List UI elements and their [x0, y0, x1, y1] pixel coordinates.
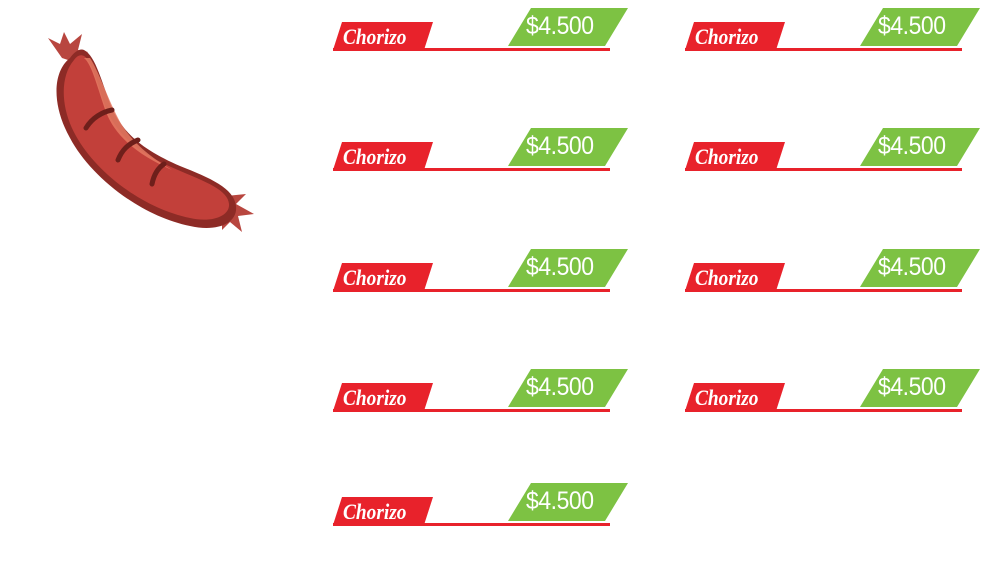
item-name: Chorizo: [343, 24, 407, 49]
item-name: Chorizo: [343, 144, 407, 169]
item-name: Chorizo: [343, 265, 407, 290]
item-price: $4.500: [526, 487, 594, 515]
item-name: Chorizo: [695, 144, 759, 169]
item-price: $4.500: [878, 373, 946, 401]
item-name: Chorizo: [695, 265, 759, 290]
sausage-body: [63, 55, 230, 220]
item-name: Chorizo: [695, 24, 759, 49]
item-price: $4.500: [878, 253, 946, 281]
menu-item: Chorizo $4.500: [333, 369, 633, 415]
item-name: Chorizo: [343, 499, 407, 524]
menu-item: Chorizo $4.500: [685, 128, 983, 174]
menu-item: Chorizo $4.500: [333, 128, 633, 174]
menu-item: Chorizo $4.500: [333, 483, 633, 529]
item-name: Chorizo: [695, 385, 759, 410]
item-price: $4.500: [526, 132, 594, 160]
sausage-icon: [48, 32, 254, 232]
menu-item: Chorizo $4.500: [685, 8, 983, 54]
item-price: $4.500: [526, 253, 594, 281]
menu-item: Chorizo $4.500: [333, 8, 633, 54]
item-name: Chorizo: [343, 385, 407, 410]
menu-item: Chorizo $4.500: [685, 249, 983, 295]
item-price: $4.500: [878, 132, 946, 160]
menu-item: Chorizo $4.500: [333, 249, 633, 295]
item-price: $4.500: [526, 373, 594, 401]
item-price: $4.500: [526, 12, 594, 40]
menu-item: Chorizo $4.500: [685, 369, 983, 415]
item-price: $4.500: [878, 12, 946, 40]
